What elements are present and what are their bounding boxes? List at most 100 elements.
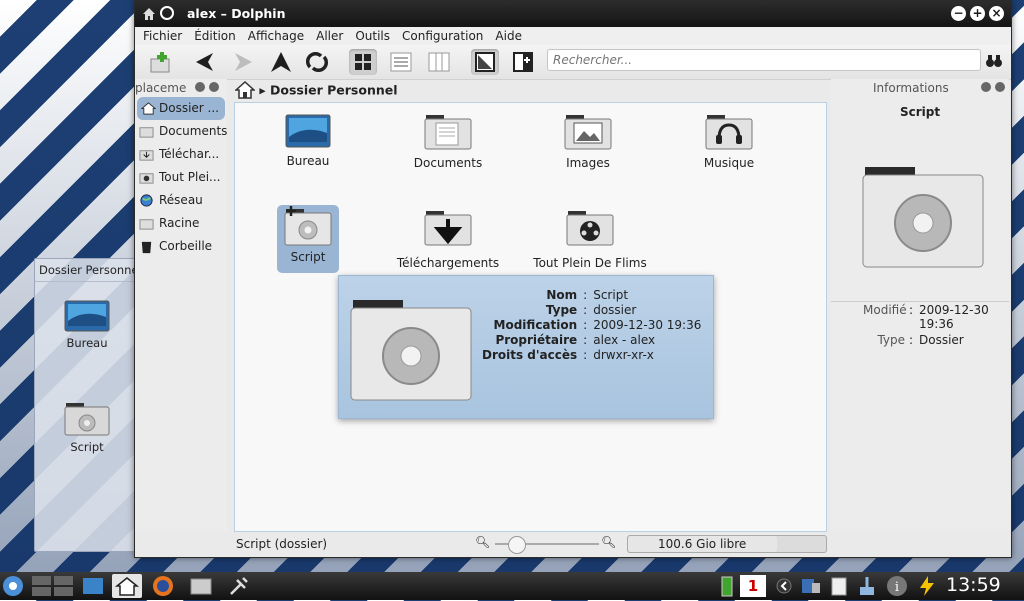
zoom-out-icon[interactable]: 🔍︎: [475, 535, 490, 549]
menu-aide[interactable]: Aide: [495, 27, 522, 45]
columns-view-button[interactable]: [425, 49, 453, 75]
desktop-folder-view[interactable]: Dossier Personnel Bureau Script: [34, 258, 140, 552]
desktop-item-script[interactable]: Script: [35, 399, 139, 454]
detach-icon[interactable]: [195, 82, 205, 92]
file-view[interactable]: Bureau Documents Images Musique Script T…: [234, 102, 827, 532]
reload-icon: [305, 51, 329, 73]
kde-menu-icon[interactable]: [2, 575, 24, 597]
file-item-tout-plein-de-flims[interactable]: Tout Plein De Flims: [525, 209, 655, 270]
place-home[interactable]: Dossier ...: [137, 97, 225, 120]
search-input[interactable]: [547, 49, 981, 71]
menu-configuration[interactable]: Configuration: [402, 27, 483, 45]
desktop-item-bureau[interactable]: Bureau: [35, 299, 139, 350]
images-folder-icon: [564, 115, 612, 150]
file-item-bureau[interactable]: Bureau: [248, 113, 368, 168]
back-button[interactable]: [191, 49, 219, 75]
menu-outils[interactable]: Outils: [355, 27, 390, 45]
tooltip-key: Droits d'accès: [482, 348, 578, 362]
breadcrumb-separator-icon: ▸: [259, 82, 266, 98]
virtual-desktop-pager[interactable]: [32, 575, 74, 597]
close-panel-icon[interactable]: [995, 82, 1005, 92]
detach-icon[interactable]: [981, 82, 991, 92]
place-films[interactable]: Tout Plei...: [135, 166, 227, 189]
battery-icon[interactable]: [720, 575, 734, 597]
window-title: alex – Dolphin: [187, 6, 286, 21]
split-button[interactable]: [509, 49, 537, 75]
folder-view-title: Dossier Personnel: [35, 259, 139, 282]
place-trash[interactable]: Corbeille: [135, 235, 227, 258]
tooltip-key: Modification: [493, 318, 578, 332]
clock[interactable]: 13:59: [946, 574, 1001, 596]
menu-bar: Fichier Édition Affichage Aller Outils C…: [135, 27, 1011, 45]
file-item-images[interactable]: Images: [528, 113, 648, 170]
zoom-slider-handle[interactable]: [507, 536, 526, 554]
power-icon[interactable]: [916, 575, 938, 597]
maximize-button[interactable]: +: [970, 6, 985, 21]
desktop-task-icon[interactable]: [82, 575, 104, 597]
info-modified-label: Modifié: [863, 303, 907, 317]
minimize-button[interactable]: −: [951, 6, 966, 21]
devices-icon[interactable]: [800, 575, 822, 597]
up-button[interactable]: [267, 49, 295, 75]
video-folder-icon: [566, 211, 614, 246]
home-icon[interactable]: [234, 80, 256, 99]
menu-affichage[interactable]: Affichage: [248, 27, 304, 45]
clipboard-icon[interactable]: [828, 575, 850, 597]
tooltip-key: Nom: [546, 288, 578, 302]
file-manager-icon[interactable]: [190, 575, 212, 597]
place-downloads[interactable]: Téléchar...: [135, 143, 227, 166]
download-folder-icon: [139, 150, 154, 161]
icons-view-button[interactable]: [349, 49, 377, 75]
task-dolphin[interactable]: [112, 574, 142, 598]
toolbar: [135, 45, 1011, 80]
network-icon[interactable]: [856, 575, 878, 597]
folder-icon: [139, 127, 154, 138]
dolphin-window[interactable]: alex – Dolphin − + × Fichier Édition Aff…: [134, 0, 1012, 558]
places-panel[interactable]: placeme Dossier ... Documents Téléchar..…: [135, 79, 227, 531]
pin-icon[interactable]: [160, 6, 174, 20]
info-modified-sep: :: [909, 303, 914, 317]
menu-fichier[interactable]: Fichier: [143, 27, 182, 45]
place-documents[interactable]: Documents: [135, 120, 227, 143]
grid-view-icon: [355, 54, 371, 70]
video-folder-icon: [139, 173, 154, 184]
menu-aller[interactable]: Aller: [316, 27, 343, 45]
zoom-in-icon[interactable]: 🔍︎: [601, 535, 616, 549]
folder-icon: [139, 219, 154, 230]
forward-button[interactable]: [229, 49, 257, 75]
file-item-documents[interactable]: Documents: [388, 113, 508, 170]
info-icon[interactable]: i: [886, 575, 908, 597]
file-item-telechargements[interactable]: Téléchargements: [388, 209, 508, 270]
place-root[interactable]: Racine: [135, 212, 227, 235]
desktop-item-label: Script: [70, 440, 104, 454]
close-panel-icon[interactable]: [209, 82, 219, 92]
close-button[interactable]: ×: [989, 6, 1004, 21]
reload-button[interactable]: [303, 49, 331, 75]
details-view-button[interactable]: [387, 49, 415, 75]
info-divider: [831, 301, 1009, 302]
tools-icon[interactable]: [228, 575, 250, 597]
file-item-script[interactable]: Script: [277, 205, 339, 273]
binoculars-icon[interactable]: [985, 53, 1003, 69]
pager-number-badge[interactable]: 1: [740, 575, 766, 597]
menu-edition[interactable]: Édition: [194, 27, 236, 45]
preview-button[interactable]: [471, 49, 499, 75]
file-item-musique[interactable]: Musique: [669, 113, 789, 170]
info-panel-title: Informations: [873, 81, 949, 95]
information-panel[interactable]: Informations Script Modifié : 2009-12-30…: [831, 79, 1009, 531]
trash-icon: [141, 241, 152, 254]
file-label: Téléchargements: [396, 256, 500, 270]
info-modified-value: 2009-12-30 19:36: [919, 303, 989, 331]
gear-folder-icon: [862, 167, 984, 268]
split-view-icon: [513, 52, 533, 72]
chevron-left-icon[interactable]: [776, 575, 792, 597]
places-panel-header: placeme: [135, 79, 227, 97]
title-bar[interactable]: alex – Dolphin − + ×: [135, 1, 1011, 27]
status-text: Script (dossier): [236, 537, 328, 551]
home-icon: [143, 8, 155, 20]
file-label: Musique: [703, 156, 755, 170]
breadcrumb-current[interactable]: Dossier Personnel: [270, 83, 398, 98]
place-network[interactable]: Réseau: [135, 189, 227, 212]
firefox-icon[interactable]: [152, 575, 174, 597]
new-folder-button[interactable]: [147, 49, 175, 75]
